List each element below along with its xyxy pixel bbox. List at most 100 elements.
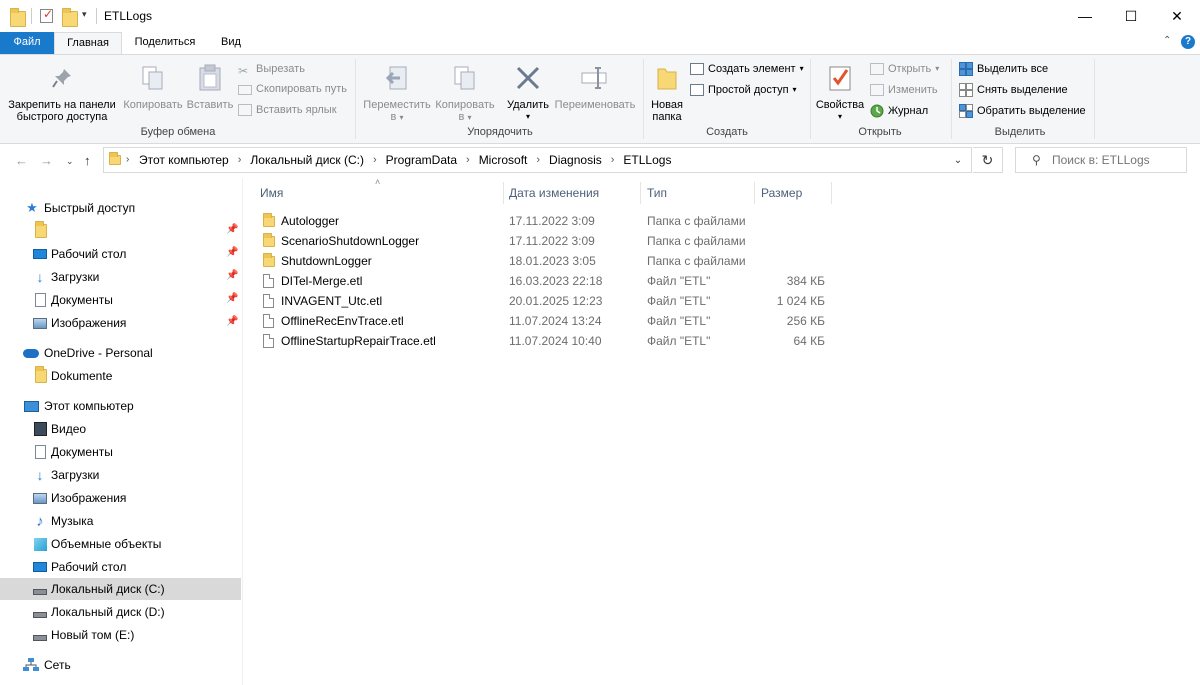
history-button[interactable]: Журнал	[870, 102, 928, 120]
tab-home[interactable]: Главная	[54, 32, 122, 54]
search-input[interactable]	[1052, 151, 1182, 169]
chevron-right-icon[interactable]: ›	[532, 154, 544, 166]
nav-label: Видео	[51, 422, 87, 436]
file-row[interactable]: OfflineRecEnvTrace.etl 11.07.2024 13:24 …	[257, 311, 831, 331]
nav-network[interactable]: Сеть	[0, 654, 241, 676]
chevron-down-icon[interactable]: ⌄	[945, 148, 971, 172]
nav-item-documents-pc[interactable]: Документы	[0, 441, 241, 463]
file-row[interactable]: ShutdownLogger 18.01.2023 3:05 Папка с ф…	[257, 251, 831, 271]
address-bar[interactable]: › Этот компьютер › Локальный диск (C:) › P…	[103, 147, 972, 173]
nav-item-drive-e[interactable]: Новый том (E:)	[0, 624, 241, 646]
maximize-button[interactable]: ☐	[1108, 0, 1154, 32]
nav-item-drive-d[interactable]: Локальный диск (D:)	[0, 601, 241, 623]
breadcrumb-item[interactable]: Локальный диск (C:)	[245, 153, 369, 167]
chevron-right-icon[interactable]: ›	[607, 154, 619, 166]
copy-path-button[interactable]: Скопировать путь	[238, 80, 347, 98]
breadcrumb-item[interactable]: Этот компьютер	[134, 153, 234, 167]
forward-icon[interactable]: →	[40, 153, 53, 168]
select-none-button[interactable]: Снять выделение	[959, 81, 1068, 99]
nav-label: Локальный диск (D:)	[51, 605, 165, 619]
nav-item-dokumente[interactable]: Dokumente	[0, 365, 241, 387]
column-header-name[interactable]: Имя	[257, 180, 503, 206]
folder-icon	[263, 233, 275, 247]
tab-share[interactable]: Поделиться	[124, 32, 206, 54]
column-header-date[interactable]: Дата изменения	[506, 180, 640, 206]
breadcrumb-item[interactable]: ProgramData	[381, 153, 462, 167]
separator	[31, 8, 32, 24]
invert-selection-button[interactable]: Обратить выделение	[959, 102, 1086, 120]
open-button[interactable]: Открыть ▾	[870, 60, 939, 78]
paste-shortcut-button[interactable]: Вставить ярлык	[238, 101, 337, 119]
help-icon[interactable]: ?	[1181, 35, 1195, 49]
delete-button[interactable]: Удалить ▾	[503, 63, 553, 123]
edit-button[interactable]: Изменить	[870, 81, 938, 99]
chevron-right-icon[interactable]: ›	[126, 154, 129, 165]
nav-item-pictures-pc[interactable]: Изображения	[0, 487, 241, 509]
close-button[interactable]: ✕	[1154, 0, 1200, 32]
chevron-right-icon[interactable]: ›	[462, 154, 474, 166]
new-folder-icon[interactable]	[62, 8, 78, 27]
ribbon-separator	[355, 59, 356, 139]
tab-file[interactable]: Файл	[0, 32, 54, 54]
minimize-button[interactable]: —	[1062, 0, 1108, 32]
column-divider[interactable]	[831, 182, 832, 204]
easy-access-button[interactable]: Простой доступ ▾	[690, 81, 797, 99]
pin-to-quick-access-button[interactable]: Закрепить на панели быстрого доступа	[4, 63, 120, 123]
nav-item-drive-c[interactable]: Локальный диск (C:)	[0, 578, 241, 600]
nav-item-music[interactable]: ♪ Музыка	[0, 510, 241, 532]
file-row[interactable]: OfflineStartupRepairTrace.etl 11.07.2024…	[257, 331, 831, 351]
nav-onedrive[interactable]: OneDrive - Personal	[0, 342, 241, 364]
nav-item-folder[interactable]: 📌	[0, 220, 241, 242]
rename-button[interactable]: Переименовать	[552, 63, 638, 111]
file-row[interactable]: DITel-Merge.etl 16.03.2023 22:18 Файл "E…	[257, 271, 831, 291]
new-folder-label: Новая	[651, 99, 683, 111]
collapse-ribbon-icon[interactable]: ⌃	[1163, 35, 1171, 46]
chevron-right-icon[interactable]: ›	[234, 154, 246, 166]
column-divider[interactable]	[640, 182, 641, 204]
nav-item-3d-objects[interactable]: Объемные объекты	[0, 533, 241, 555]
network-icon	[23, 658, 39, 672]
nav-quick-access[interactable]: ★ Быстрый доступ	[0, 197, 241, 219]
properties-button[interactable]: Свойства ▾	[813, 63, 867, 123]
search-box[interactable]: ⚲	[1015, 147, 1187, 173]
pictures-icon	[32, 316, 48, 330]
file-row[interactable]: ScenarioShutdownLogger 17.11.2022 3:09 П…	[257, 231, 831, 251]
refresh-button[interactable]: ↻	[973, 147, 1003, 173]
new-item-button[interactable]: Создать элемент ▾	[690, 60, 804, 78]
nav-item-downloads[interactable]: ↓ Загрузки 📌	[0, 266, 241, 288]
tab-view[interactable]: Вид	[208, 32, 254, 54]
nav-this-pc[interactable]: Этот компьютер	[0, 395, 241, 417]
select-all-button[interactable]: Выделить все	[959, 60, 1048, 78]
properties-icon[interactable]: ✓	[40, 7, 53, 23]
recent-locations-icon[interactable]: ⌄	[66, 156, 74, 167]
copy-to-button[interactable]: Копировать в ▾	[432, 63, 498, 124]
breadcrumb-item[interactable]: Diagnosis	[544, 153, 607, 167]
nav-item-downloads-pc[interactable]: ↓ Загрузки	[0, 464, 241, 486]
breadcrumb-item[interactable]: ETLLogs	[618, 153, 676, 167]
move-to-icon	[381, 63, 413, 93]
move-to-button[interactable]: Переместить в ▾	[362, 63, 432, 124]
new-folder-button[interactable]: Новая папка	[646, 63, 688, 123]
paste-button[interactable]: Вставить	[184, 63, 236, 111]
file-row[interactable]: INVAGENT_Utc.etl 20.01.2025 12:23 Файл "…	[257, 291, 831, 311]
cut-button[interactable]: ✂ Вырезать	[238, 60, 305, 78]
copy-button[interactable]: Копировать	[120, 63, 186, 111]
up-icon[interactable]: ↑	[84, 153, 91, 168]
chevron-right-icon[interactable]: ›	[369, 154, 381, 166]
column-divider[interactable]	[503, 182, 504, 204]
column-header-type[interactable]: Тип	[644, 180, 754, 206]
file-size: 384 КБ	[786, 274, 825, 288]
nav-item-desktop[interactable]: Рабочий стол 📌	[0, 243, 241, 265]
column-header-size[interactable]: Размер	[758, 180, 830, 206]
nav-item-documents[interactable]: Документы 📌	[0, 289, 241, 311]
file-row[interactable]: Autologger 17.11.2022 3:09 Папка с файла…	[257, 211, 831, 231]
breadcrumb-item[interactable]: Microsoft	[474, 153, 533, 167]
dropdown-arrow-icon: ▾	[792, 85, 797, 94]
nav-item-pictures[interactable]: Изображения 📌	[0, 312, 241, 334]
back-icon[interactable]: ←	[15, 153, 28, 168]
customize-quick-access-icon[interactable]: ▾	[82, 9, 87, 20]
nav-item-videos[interactable]: Видео	[0, 418, 241, 440]
file-type: Файл "ETL"	[647, 334, 711, 348]
nav-item-desktop-pc[interactable]: Рабочий стол	[0, 556, 241, 578]
column-divider[interactable]	[754, 182, 755, 204]
